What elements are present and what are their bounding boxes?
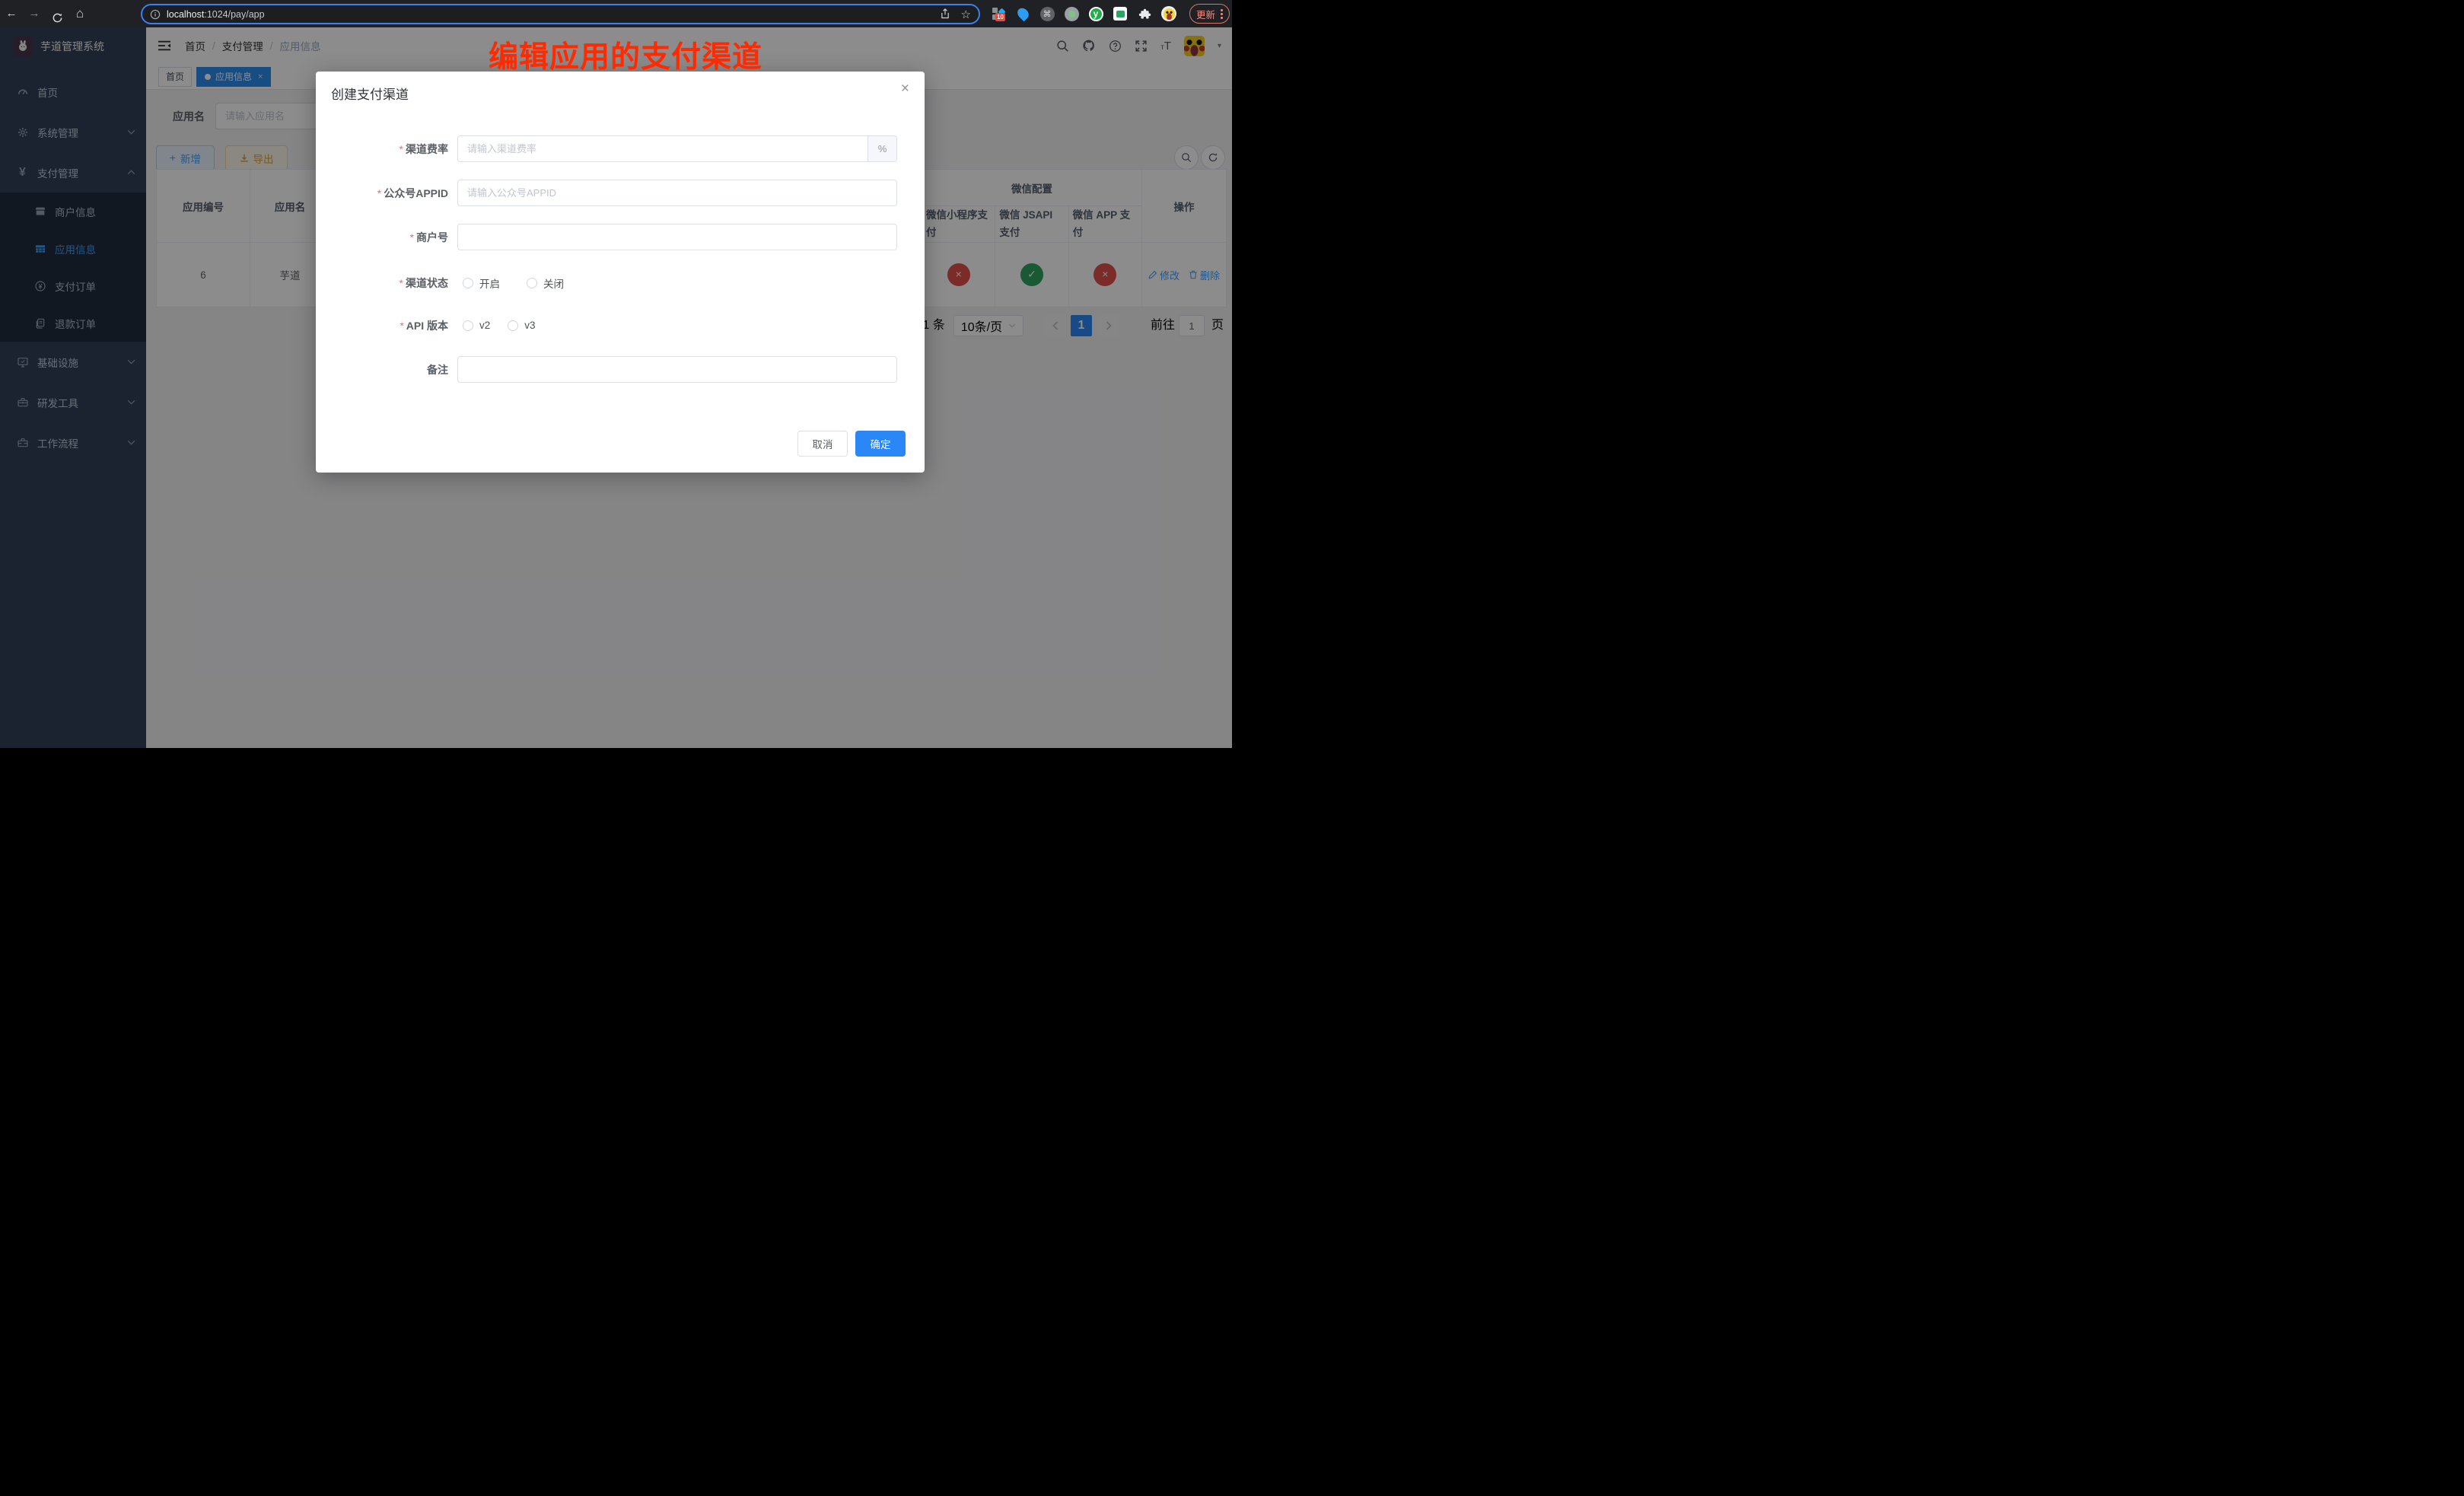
viewport: ← → ⌂ localhost:1024/pay/app ☆ 10: [0, 0, 1232, 748]
extension-record-icon[interactable]: [1064, 6, 1079, 21]
address-bar[interactable]: localhost:1024/pay/app ☆: [141, 4, 980, 24]
extension-command-icon[interactable]: ⌘: [1039, 6, 1055, 21]
radio-status-closed[interactable]: 关闭: [521, 275, 564, 291]
extension-y-icon[interactable]: y: [1088, 6, 1103, 21]
url-host: localhost: [167, 9, 204, 20]
merchant-id-input[interactable]: [457, 224, 897, 250]
remark-input[interactable]: [457, 356, 897, 383]
radio-circle-icon: [508, 320, 518, 331]
cancel-button[interactable]: 取消: [797, 431, 848, 457]
field-appid: *公众号APPID: [316, 180, 925, 206]
field-api-version: *API 版本 v2 v3: [316, 312, 925, 339]
appid-input[interactable]: [457, 180, 897, 206]
app-root: 芋道管理系统 首页 系统管理 ¥ 支付管理: [0, 27, 1232, 748]
field-merchant-id: *商户号: [316, 224, 925, 250]
create-channel-dialog: 创建支付渠道 × *渠道费率 % *公众号APPID *商户号 *渠道状态: [316, 72, 925, 473]
browser-home-icon[interactable]: ⌂: [68, 0, 91, 27]
radio-api-v3[interactable]: v3: [502, 320, 535, 331]
field-remark: 备注: [316, 356, 925, 383]
extensions-puzzle-icon[interactable]: [1137, 6, 1152, 21]
url-path: :1024/pay/app: [204, 9, 264, 20]
bookmark-star-icon[interactable]: ☆: [961, 8, 971, 21]
browser-forward-icon[interactable]: →: [23, 0, 46, 27]
profile-emoji-icon[interactable]: [1161, 6, 1176, 21]
annotation-text: 编辑应用的支付渠道: [489, 33, 762, 76]
radio-status-open[interactable]: 开启: [457, 275, 500, 291]
confirm-button[interactable]: 确定: [855, 431, 906, 457]
site-info-icon[interactable]: [150, 9, 161, 20]
extensions-strip: 10 ⌘ y: [991, 0, 1176, 27]
radio-api-v2[interactable]: v2: [457, 320, 490, 331]
browser-back-icon[interactable]: ←: [0, 0, 23, 27]
share-icon[interactable]: [940, 8, 950, 20]
extension-badge: 10: [995, 13, 1005, 21]
browser-update-button[interactable]: 更新: [1189, 4, 1230, 24]
radio-circle-icon: [463, 278, 473, 288]
percent-addon: %: [868, 135, 897, 162]
radio-circle-icon: [463, 320, 473, 331]
browser-menu-icon[interactable]: [1221, 9, 1223, 19]
dialog-title: 创建支付渠道: [331, 84, 409, 103]
field-channel-rate: *渠道费率 %: [316, 135, 925, 162]
extension-balloon-icon[interactable]: [1015, 6, 1030, 21]
radio-circle-icon: [527, 278, 537, 288]
dialog-close-icon[interactable]: ×: [901, 81, 909, 97]
channel-rate-input[interactable]: [457, 135, 868, 162]
extension-tabs-icon[interactable]: 10: [991, 6, 1006, 21]
browser-reload-icon[interactable]: [46, 5, 68, 24]
browser-toolbar: ← → ⌂ localhost:1024/pay/app ☆ 10: [0, 0, 1232, 27]
field-channel-status: *渠道状态 开启 关闭: [316, 269, 925, 296]
extension-chat-icon[interactable]: [1113, 6, 1128, 21]
